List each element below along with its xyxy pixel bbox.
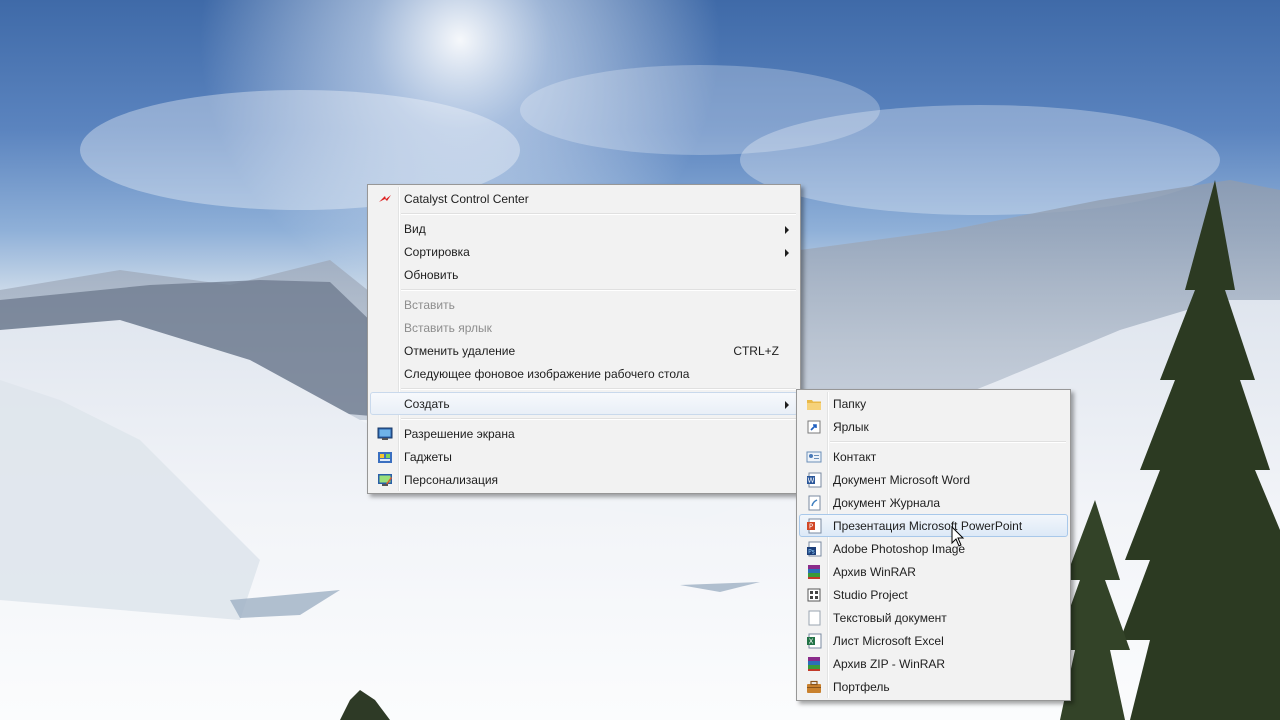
new-item-journal-document[interactable]: Документ Журнала — [799, 491, 1068, 514]
menu-item-label: Текстовый документ — [833, 611, 947, 625]
menu-item-label: Отменить удаление — [404, 344, 516, 358]
menu-item-view[interactable]: Вид — [370, 217, 798, 240]
briefcase-icon — [807, 680, 821, 693]
photoshop-icon: Ps — [807, 541, 822, 557]
menu-separator — [370, 385, 798, 392]
menu-item-screen-resolution[interactable]: Разрешение экрана — [370, 422, 798, 445]
menu-item-label: Гаджеты — [404, 450, 452, 464]
menu-separator — [370, 210, 798, 217]
menu-item-label: Создать — [404, 397, 450, 411]
desktop-context-menu: Catalyst Control Center Вид Сортировка О… — [367, 184, 801, 494]
winrar-icon — [808, 565, 820, 579]
excel-icon: X — [807, 633, 822, 649]
new-item-briefcase[interactable]: Портфель — [799, 675, 1068, 698]
menu-item-label: Разрешение экрана — [404, 427, 515, 441]
menu-separator — [370, 286, 798, 293]
catalyst-icon — [379, 195, 391, 202]
contact-icon — [806, 451, 822, 463]
screen-resolution-icon — [377, 427, 393, 440]
menu-separator — [370, 415, 798, 422]
menu-item-label: Ярлык — [833, 420, 869, 434]
svg-text:P: P — [809, 523, 813, 531]
menu-item-sort[interactable]: Сортировка — [370, 240, 798, 263]
studio-project-icon — [807, 588, 821, 602]
menu-item-gadgets[interactable]: Гаджеты — [370, 445, 798, 468]
svg-text:W: W — [808, 477, 815, 485]
menu-item-label: Контакт — [833, 450, 877, 464]
word-document-icon: W — [807, 472, 822, 488]
journal-document-icon — [808, 495, 821, 511]
new-item-photoshop-image[interactable]: Ps Adobe Photoshop Image — [799, 537, 1068, 560]
menu-item-undo-delete[interactable]: Отменить удаление CTRL+Z — [370, 339, 798, 362]
winrar-zip-icon — [808, 657, 820, 671]
menu-separator — [799, 438, 1068, 445]
submenu-arrow-icon — [785, 249, 789, 257]
new-submenu: Папку Ярлык Контакт W Документ Microsoft… — [796, 389, 1071, 701]
text-document-icon — [808, 610, 821, 626]
menu-item-label: Обновить — [404, 268, 459, 282]
menu-item-shortcut: CTRL+Z — [733, 344, 779, 358]
menu-item-label: Папку — [833, 397, 867, 411]
menu-item-label: Персонализация — [404, 473, 499, 487]
new-item-excel-sheet[interactable]: X Лист Microsoft Excel — [799, 629, 1068, 652]
menu-item-next-background[interactable]: Следующее фоновое изображение рабочего с… — [370, 362, 798, 385]
menu-item-label: Вставить — [404, 298, 455, 312]
menu-item-label: Презентация Microsoft PowerPoint — [833, 519, 1023, 533]
menu-item-label: Лист Microsoft Excel — [833, 634, 944, 648]
menu-item-catalyst-control-center[interactable]: Catalyst Control Center — [370, 187, 798, 210]
menu-item-label: Сортировка — [404, 245, 470, 259]
menu-item-label: Вид — [404, 222, 426, 236]
svg-text:Ps: Ps — [808, 549, 815, 556]
new-item-shortcut[interactable]: Ярлык — [799, 415, 1068, 438]
mouse-cursor-icon — [951, 526, 965, 547]
menu-item-new[interactable]: Создать — [370, 392, 798, 415]
new-item-word-document[interactable]: W Документ Microsoft Word — [799, 468, 1068, 491]
folder-icon — [807, 400, 821, 410]
menu-item-label: Документ Microsoft Word — [833, 473, 971, 487]
new-item-powerpoint[interactable]: P Презентация Microsoft PowerPoint — [799, 514, 1068, 537]
menu-item-label: Архив WinRAR — [833, 565, 916, 579]
new-item-winrar-archive[interactable]: Архив WinRAR — [799, 560, 1068, 583]
menu-item-label: Следующее фоновое изображение рабочего с… — [404, 367, 690, 381]
shortcut-icon — [807, 420, 821, 434]
powerpoint-icon: P — [807, 518, 822, 534]
new-item-folder[interactable]: Папку — [799, 392, 1068, 415]
svg-text:X: X — [809, 638, 814, 646]
new-item-zip-archive[interactable]: Архив ZIP - WinRAR — [799, 652, 1068, 675]
menu-item-paste-shortcut: Вставить ярлык — [370, 316, 798, 339]
new-item-studio-project[interactable]: Studio Project — [799, 583, 1068, 606]
submenu-arrow-icon — [785, 226, 789, 234]
personalization-icon — [378, 474, 392, 486]
menu-item-refresh[interactable]: Обновить — [370, 263, 798, 286]
menu-item-label: Adobe Photoshop Image — [833, 542, 966, 556]
new-item-contact[interactable]: Контакт — [799, 445, 1068, 468]
gadgets-icon — [378, 452, 392, 463]
menu-item-label: Портфель — [833, 680, 890, 694]
new-item-text-document[interactable]: Текстовый документ — [799, 606, 1068, 629]
menu-item-paste: Вставить — [370, 293, 798, 316]
menu-item-label: Studio Project — [833, 588, 908, 602]
menu-item-personalization[interactable]: Персонализация — [370, 468, 798, 491]
menu-item-label: Архив ZIP - WinRAR — [833, 657, 946, 671]
menu-item-label: Вставить ярлык — [404, 321, 492, 335]
menu-item-label: Документ Журнала — [833, 496, 941, 510]
submenu-arrow-icon — [785, 401, 789, 409]
menu-item-label: Catalyst Control Center — [404, 192, 529, 206]
